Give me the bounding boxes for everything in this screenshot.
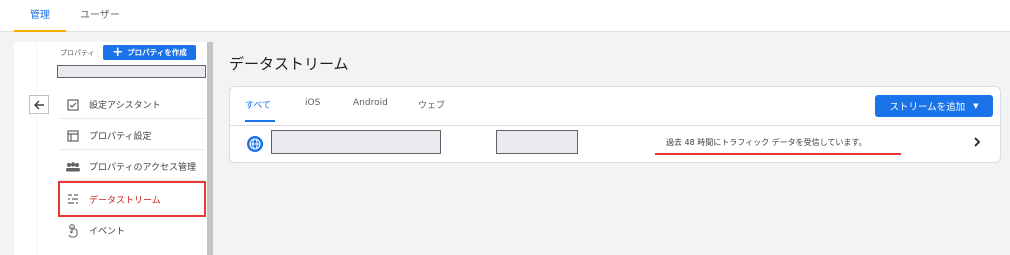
globe-icon bbox=[247, 136, 263, 152]
sidebar-item-label: データストリーム bbox=[89, 195, 161, 206]
tab-web[interactable]: ウェブ bbox=[418, 98, 445, 111]
sidebar-item-events[interactable]: イベント bbox=[60, 216, 204, 245]
sidebar-item-label: イベント bbox=[89, 227, 126, 237]
chevron-right-icon[interactable] bbox=[970, 134, 984, 150]
stream-name-redacted bbox=[271, 130, 441, 154]
tab-all[interactable]: すべて bbox=[245, 98, 271, 111]
top-bar: 管理 ユーザー bbox=[0, 0, 1010, 32]
plus-icon: + bbox=[112, 45, 124, 60]
sidebar-item-setup-assistant[interactable]: 設定アシスタント bbox=[60, 90, 204, 119]
sidebar-item-data-streams[interactable]: データストリーム bbox=[58, 181, 206, 217]
property-label: プロパティ bbox=[60, 49, 95, 57]
tab-android[interactable]: Android bbox=[353, 98, 388, 108]
create-property-button[interactable]: + プロパティを作成 bbox=[103, 45, 196, 60]
add-stream-button[interactable]: ストリームを追加 ▼ bbox=[875, 95, 993, 117]
sidebar-scrollbar[interactable] bbox=[207, 42, 213, 255]
sidebar-item-property-settings[interactable]: プロパティ設定 bbox=[60, 121, 204, 150]
status-highlight-underline bbox=[655, 153, 901, 155]
active-tab-indicator bbox=[245, 120, 275, 122]
sidebar-item-label: プロパティ設定 bbox=[89, 132, 152, 142]
sidebar-item-access-management[interactable]: プロパティのアクセス管理 bbox=[60, 152, 204, 181]
tab-ios[interactable]: iOS bbox=[305, 98, 320, 108]
property-settings-icon bbox=[64, 129, 82, 143]
people-icon bbox=[64, 160, 82, 174]
data-streams-card: すべて iOS Android ウェブ ストリームを追加 ▼ 過去 48 時間に… bbox=[229, 86, 1001, 163]
dropdown-caret-icon: ▼ bbox=[973, 102, 979, 110]
back-button[interactable] bbox=[29, 95, 49, 114]
sidebar-item-label: プロパティのアクセス管理 bbox=[89, 163, 197, 173]
touch-icon bbox=[64, 223, 82, 238]
sidebar-item-label: 設定アシスタント bbox=[89, 101, 161, 111]
create-property-label: プロパティを作成 bbox=[127, 48, 187, 57]
stream-id-redacted bbox=[496, 130, 578, 154]
arrow-left-icon bbox=[34, 100, 44, 109]
property-selector[interactable] bbox=[57, 65, 206, 78]
page-title: データストリーム bbox=[229, 55, 349, 73]
data-streams-icon bbox=[64, 192, 82, 206]
tab-admin[interactable]: 管理 bbox=[14, 0, 66, 32]
tab-users[interactable]: ユーザー bbox=[80, 0, 120, 32]
nav-strip bbox=[14, 42, 36, 255]
checklist-icon bbox=[64, 98, 82, 112]
add-stream-label: ストリームを追加 bbox=[889, 102, 966, 113]
stream-status-text: 過去 48 時間にトラフィック データを受信しています。 bbox=[666, 138, 867, 147]
stream-row[interactable]: 過去 48 時間にトラフィック データを受信しています。 bbox=[230, 126, 1000, 163]
